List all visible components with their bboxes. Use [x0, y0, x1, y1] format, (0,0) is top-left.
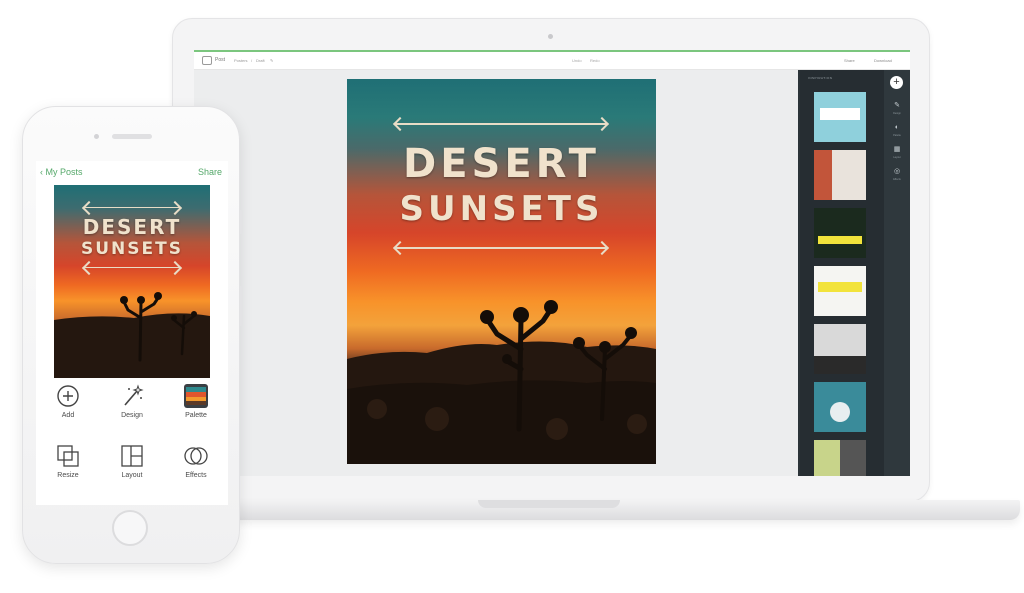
bottom-arrow-ornament	[395, 247, 607, 249]
tool-label-effects: Effects	[185, 472, 207, 479]
tool-label-design: Design	[121, 412, 143, 419]
phone-tool-grid: Add Design Palette Resize Layout Effects	[36, 381, 228, 505]
layout-icon[interactable]: ▦	[892, 146, 902, 154]
back-label: My Posts	[45, 167, 83, 177]
poster-title-line1: DESERT	[403, 141, 600, 187]
phone-poster-line1: DESERT	[82, 215, 182, 239]
product-showcase: Post Posters / Draft ✎ Undo Redo Share D…	[0, 0, 1024, 593]
template-thumbnail[interactable]	[814, 440, 866, 476]
app-topbar: Post Posters / Draft ✎ Undo Redo Share D…	[194, 50, 910, 70]
magic-wand-icon	[124, 384, 144, 406]
pencil-icon[interactable]: ✎	[892, 102, 902, 110]
top-arrow-ornament	[395, 123, 607, 125]
desert-silhouette	[347, 300, 656, 464]
phone-side-button	[240, 210, 243, 234]
layout-icon	[121, 445, 143, 467]
app-logo-icon[interactable]	[202, 56, 212, 65]
template-thumbnail[interactable]	[814, 324, 866, 374]
breadcrumb-draft[interactable]: Draft	[256, 58, 265, 63]
bottom-arrow-ornament	[84, 267, 180, 268]
add-icon	[57, 385, 79, 407]
template-thumbnail[interactable]	[814, 150, 866, 200]
panel-heading: INSPIRATION	[808, 76, 833, 80]
phone-nav-bar: ‹ My Posts Share	[36, 161, 228, 185]
laptop-screen: Post Posters / Draft ✎ Undo Redo Share D…	[194, 50, 910, 476]
tool-label-add: Add	[61, 412, 75, 419]
design-canvas-poster[interactable]: DESERT SUNSETS	[347, 79, 656, 464]
back-button[interactable]: ‹ My Posts	[40, 167, 83, 177]
template-thumbnail[interactable]	[814, 382, 866, 432]
rail-label-effects: Effects	[893, 178, 901, 181]
accent-line	[194, 50, 910, 52]
effects-tool[interactable]: Effects	[164, 443, 228, 497]
resize-icon	[57, 445, 79, 467]
phone-side-button	[240, 286, 243, 326]
poster-title-line2: SUNSETS	[399, 189, 604, 229]
resize-tool[interactable]: Resize	[36, 443, 100, 497]
template-thumbnail[interactable]	[814, 266, 866, 316]
effects-icon[interactable]: ◎	[892, 168, 902, 176]
palette-tool[interactable]: Palette	[164, 383, 228, 437]
app-logo-text: Post	[215, 57, 226, 63]
top-arrow-ornament	[84, 207, 180, 208]
rail-label-palette: Palette	[893, 134, 901, 137]
phone-screen: ‹ My Posts Share DESERT SUNSETS Add Desi…	[36, 161, 228, 505]
tool-label-layout: Layout	[121, 472, 143, 479]
tool-rail: + ✎ Design ◐ Palette ▦ Layout ◎ Effects	[884, 70, 910, 476]
palette-swatch-icon	[184, 384, 208, 408]
redo-button[interactable]: Redo	[590, 58, 600, 63]
template-thumbnail[interactable]	[814, 92, 866, 142]
phone-poster-preview[interactable]: DESERT SUNSETS	[54, 185, 210, 378]
download-button[interactable]: Download	[874, 58, 892, 63]
template-thumbnail[interactable]	[814, 208, 866, 258]
tool-label-resize: Resize	[57, 472, 79, 479]
breadcrumb-posters[interactable]: Posters	[234, 58, 248, 63]
phone-speaker	[112, 134, 152, 139]
share-link[interactable]: Share	[198, 167, 222, 177]
share-button[interactable]: Share	[844, 58, 855, 63]
laptop-camera	[548, 34, 553, 39]
phone-poster-line2: SUNSETS	[81, 239, 183, 259]
phone-desert-silhouette	[54, 292, 210, 378]
breadcrumb-separator: /	[251, 58, 253, 63]
laptop-notch	[478, 500, 620, 508]
inspiration-panel: INSPIRATION + ✎ Design ◐ Palette ▦ Layou…	[798, 70, 910, 476]
rail-label-design: Design	[893, 112, 901, 115]
add-icon[interactable]: +	[890, 76, 903, 89]
phone-camera	[94, 134, 99, 139]
effects-icon	[184, 447, 208, 465]
rail-label-layout: Layout	[893, 156, 901, 159]
palette-icon[interactable]: ◐	[892, 124, 902, 132]
undo-button[interactable]: Undo	[572, 58, 582, 63]
tool-label-palette: Palette	[185, 412, 207, 419]
template-thumbnail-strip: INSPIRATION	[800, 70, 884, 476]
design-tool[interactable]: Design	[100, 383, 164, 437]
add-tool[interactable]: Add	[36, 383, 100, 437]
edit-title-icon[interactable]: ✎	[270, 58, 273, 63]
phone-home-button[interactable]	[112, 510, 148, 546]
layout-tool[interactable]: Layout	[100, 443, 164, 497]
